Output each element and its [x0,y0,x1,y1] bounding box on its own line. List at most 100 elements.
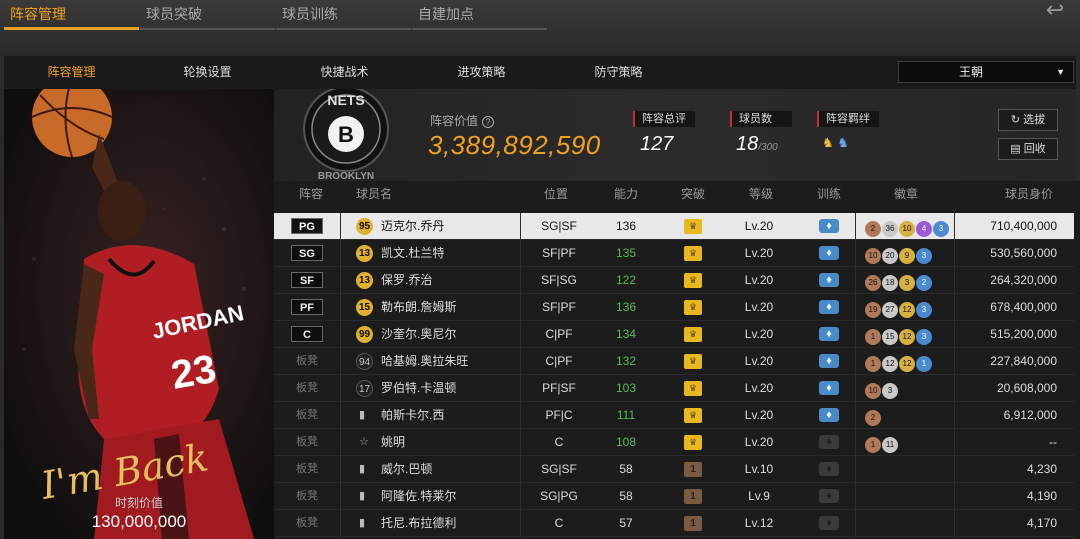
table-row[interactable]: 板凳 17 罗伯特.卡温顿 PF|SF 103 ♛ Lv.20 ♦ 10 3 20,608,000 [274,375,1074,402]
column-divider [520,348,521,375]
training-icon[interactable]: ♦ [819,300,839,314]
player-rating: 134 [615,327,637,341]
top-tab-breakthrough[interactable]: 球员突破 [140,2,275,30]
badge-bronze-icon: 10 [865,248,881,264]
training-icon[interactable]: ♦ [819,246,839,260]
recycle-button[interactable]: ▤ 回收 [998,138,1058,160]
select-button[interactable]: ↻ 选拔 [998,109,1058,131]
team-rating-label: 阵容总评 [633,111,695,127]
lineup-slot[interactable]: 板凳 [291,353,323,369]
lineup-slot[interactable]: C [291,326,323,342]
player-artwork: JORDAN 23 I'm Back [4,89,274,539]
sub-tab-rotation[interactable]: 轮换设置 [139,56,276,89]
signal-bars-icon: ▮ [359,517,366,529]
lineup-slot[interactable]: 板凳 [291,380,323,396]
player-count-max: /300 [758,142,778,153]
table-row[interactable]: 板凳 ▮ 阿隆佐.特莱尔 SG|PG 58 1 Lv.9 ♦ 4,190 [274,483,1074,510]
badge-list: 2 36 10 4 3 [865,218,950,237]
training-icon[interactable]: ♦ [819,327,839,341]
training-icon[interactable]: ♦ [819,273,839,287]
badge-blue-icon: 3 [916,302,932,318]
signal-bars-icon: ▮ [359,409,366,421]
badge-bronze-icon: 1 [865,437,881,453]
training-icon[interactable]: ♦ [819,354,839,368]
top-tab-label: 球员训练 [282,6,338,22]
training-icon[interactable]: ♦ [819,219,839,233]
lineup-slot[interactable]: 板凳 [291,434,323,450]
table-row[interactable]: 板凳 ☆ 姚明 C 108 ♛ Lv.20 ♦ 1 11 -- [274,429,1074,456]
lineup-slot[interactable]: 板凳 [291,488,323,504]
table-row[interactable]: SF 13 保罗.乔治 SF|SG 122 ♛ Lv.20 ♦ 26 18 3 2 264,320,00… [274,267,1074,294]
lineup-slot[interactable]: 板凳 [291,461,323,477]
col-header-level: 等级 [749,187,774,201]
player-count-label: 球员数 [730,111,792,127]
crown-icon: ♛ [684,435,702,450]
col-header-value: 球员身价 [1005,187,1054,201]
badge-bronze-icon: 1 [865,356,881,372]
player-name: 凯文.杜兰特 [381,246,445,260]
training-icon[interactable]: ♦ [819,435,839,449]
sub-tab-offense[interactable]: 进攻策略 [413,56,550,89]
training-icon[interactable]: ♦ [819,516,839,530]
lineup-slot[interactable]: 板凳 [291,407,323,423]
lineup-slot[interactable]: 板凳 [291,515,323,531]
column-divider [855,456,856,483]
player-level: Lv.20 [744,219,774,233]
table-row[interactable]: C 99 沙奎尔.奥尼尔 C|PF 134 ♛ Lv.20 ♦ 1 15 12 3 515,200,00… [274,321,1074,348]
lineup-slot[interactable]: PG [291,218,323,234]
help-icon[interactable]: ? [482,115,495,128]
top-tab-label: 球员突破 [146,6,202,22]
table-row[interactable]: 板凳 ▮ 威尔.巴顿 SG|SF 58 1 Lv.10 ♦ 4,230 [274,456,1074,483]
player-card-icon: 15 [356,299,373,316]
badge-silver-icon: 15 [882,329,898,345]
player-rating: 58 [619,489,633,503]
badge-bronze-icon: 2 [865,221,881,237]
table-row[interactable]: 板凳 ▮ 托尼.布拉德利 C 57 1 Lv.12 ♦ 4,170 [274,510,1074,537]
table-row[interactable]: 板凳 ▮ 帕斯卡尔.西 PF|C 111 ♛ Lv.20 ♦ 2 6,912,000 [274,402,1074,429]
player-level: Lv.12 [744,516,774,530]
lineup-slot[interactable]: SG [291,245,323,261]
player-value: 20,608,000 [996,381,1057,395]
signal-bars-icon: ▮ [359,490,366,502]
bond-group-icon: ♞ [822,135,834,150]
featured-player-panel: JORDAN 23 I'm Back 时刻价值 130,000,000 [4,89,274,539]
team-select-dropdown[interactable]: 王朝 ▼ [898,61,1074,83]
table-row[interactable]: 板凳 94 哈基姆.奥拉朱旺 C|PF 132 ♛ Lv.20 ♦ 1 12 12 1 227,840,… [274,348,1074,375]
sub-tab-tactics[interactable]: 快捷战术 [276,56,413,89]
badge-blue-icon: 2 [916,275,932,291]
back-arrow-icon[interactable]: ↩ [1036,0,1074,22]
table-row[interactable]: SG 13 凯文.杜兰特 SF|PF 135 ♛ Lv.20 ♦ 10 20 9 3 530,560,0… [274,240,1074,267]
table-row[interactable]: PG 95 迈克尔.乔丹 SG|SF 136 ♛ Lv.20 ♦ 2 36 10 4 3 710,400,… [274,213,1074,240]
column-divider [855,402,856,429]
top-tab-custom[interactable]: 自建加点 [412,2,547,30]
training-icon[interactable]: ♦ [819,408,839,422]
player-level: Lv.9 [748,489,770,503]
player-card-icon: 95 [356,218,373,235]
badge-purple-icon: 4 [916,221,932,237]
training-icon[interactable]: ♦ [819,462,839,476]
lineup-slot[interactable]: PF [291,299,323,315]
sub-tab-lineup[interactable]: 阵容管理 [4,56,139,89]
col-header-breakthrough: 突破 [681,187,706,201]
training-icon[interactable]: ♦ [819,489,839,503]
training-icon[interactable]: ♦ [819,381,839,395]
player-rating: 111 [616,408,636,422]
player-name: 阿隆佐.特莱尔 [381,489,457,503]
table-row[interactable]: PF 15 勒布朗.詹姆斯 SF|PF 136 ♛ Lv.20 ♦ 19 27 12 3 678,400… [274,294,1074,321]
badge-blue-icon: 1 [916,356,932,372]
breakthrough-level-icon: 1 [684,516,702,531]
col-header-training: 训练 [817,187,842,201]
top-tab-training[interactable]: 球员训练 [276,2,411,30]
top-tab-lineup[interactable]: 阵容管理 [4,2,139,30]
crown-icon: ♛ [684,354,702,369]
badge-list: 1 11 [865,434,899,453]
lineup-slot[interactable]: SF [291,272,323,288]
player-position: C [554,516,564,530]
badge-silver-icon: 3 [882,383,898,399]
sub-tab-defense[interactable]: 防守策略 [550,56,687,89]
player-name: 哈基姆.奥拉朱旺 [381,354,469,368]
column-divider [855,483,856,510]
bond-icons[interactable]: ♞ ♞ [822,135,849,151]
column-divider [520,375,521,402]
column-divider [340,348,341,375]
